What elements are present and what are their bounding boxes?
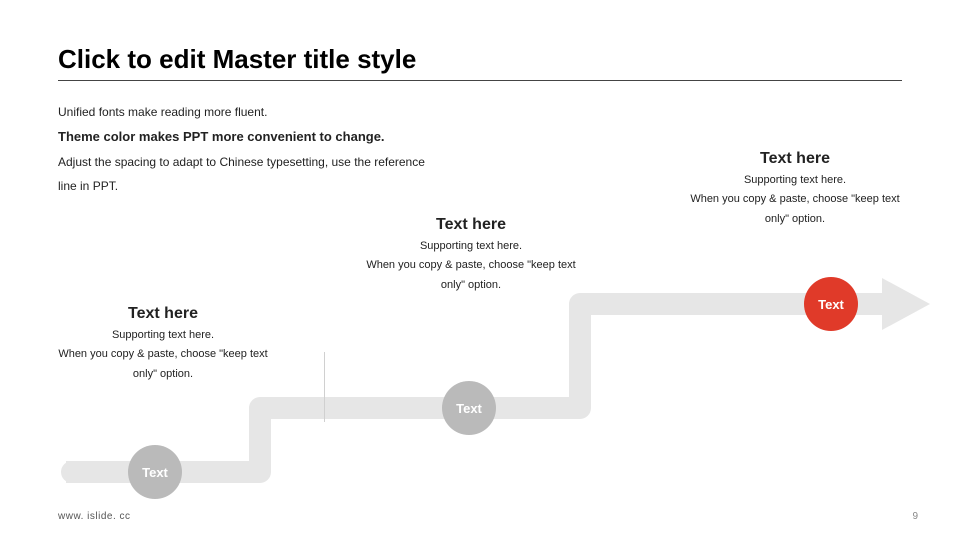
text-block-2[interactable]: Text here Supporting text here. When you… bbox=[326, 216, 616, 296]
text-block-2-copy1: When you copy & paste, choose "keep text bbox=[326, 256, 616, 276]
text-block-1[interactable]: Text here Supporting text here. When you… bbox=[18, 305, 308, 385]
node-1-label: Text bbox=[142, 465, 168, 480]
text-block-1-support: Supporting text here. bbox=[18, 329, 308, 341]
node-3: Text bbox=[804, 277, 858, 331]
vertical-divider bbox=[324, 352, 325, 422]
text-block-2-support: Supporting text here. bbox=[326, 240, 616, 252]
body-line-3: Adjust the spacing to adapt to Chinese t… bbox=[58, 150, 578, 174]
footer-url: www. islide. cc bbox=[58, 511, 131, 522]
text-block-3-copy1: When you copy & paste, choose "keep text bbox=[650, 190, 940, 210]
body-line-2: Theme color makes PPT more convenient to… bbox=[58, 124, 578, 150]
node-3-label: Text bbox=[818, 297, 844, 312]
body-text[interactable]: Unified fonts make reading more fluent. … bbox=[58, 100, 578, 198]
footer-page-number: 9 bbox=[912, 511, 918, 522]
text-block-3-copy2: only" option. bbox=[650, 210, 940, 230]
title-underline bbox=[58, 80, 902, 81]
text-block-2-copy2: only" option. bbox=[326, 276, 616, 296]
node-2: Text bbox=[442, 381, 496, 435]
text-block-2-heading: Text here bbox=[326, 216, 616, 234]
node-1: Text bbox=[128, 445, 182, 499]
text-block-3-heading: Text here bbox=[650, 150, 940, 168]
text-block-1-copy1: When you copy & paste, choose "keep text bbox=[18, 345, 308, 365]
slide: Click to edit Master title style Unified… bbox=[0, 0, 960, 540]
text-block-3[interactable]: Text here Supporting text here. When you… bbox=[650, 150, 940, 230]
node-2-label: Text bbox=[456, 401, 482, 416]
page-title[interactable]: Click to edit Master title style bbox=[58, 44, 416, 75]
body-line-1: Unified fonts make reading more fluent. bbox=[58, 100, 578, 124]
text-block-3-support: Supporting text here. bbox=[650, 174, 940, 186]
text-block-1-copy2: only" option. bbox=[18, 365, 308, 385]
text-block-1-heading: Text here bbox=[18, 305, 308, 323]
body-line-4: line in PPT. bbox=[58, 174, 578, 198]
